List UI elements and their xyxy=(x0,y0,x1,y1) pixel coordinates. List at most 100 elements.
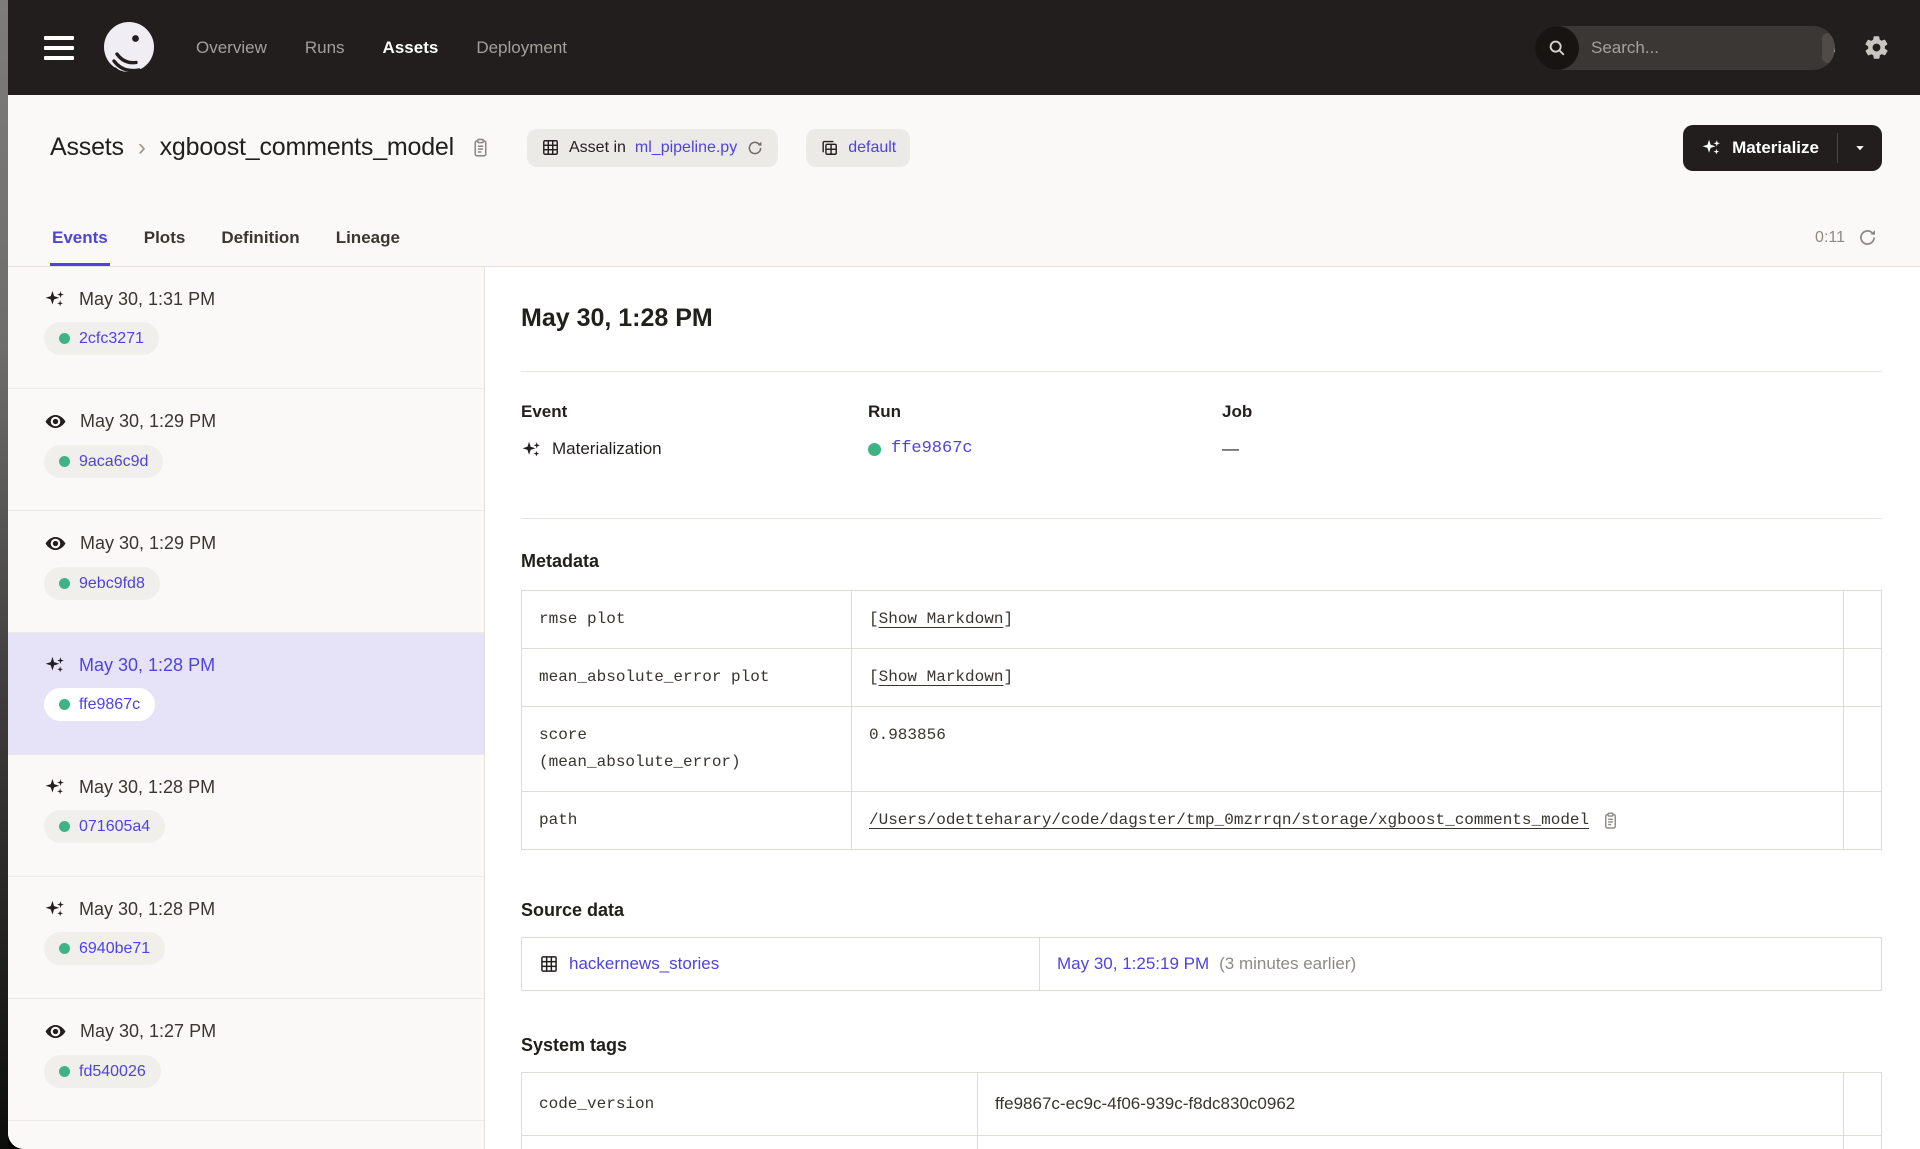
job-label: Job xyxy=(1222,402,1253,421)
observation-eye-icon xyxy=(44,532,67,555)
nav-item-assets[interactable]: Assets xyxy=(383,38,439,58)
asset-name: xgboost_comments_model xyxy=(159,133,455,161)
tag-key: code_version xyxy=(521,1072,978,1136)
run-id-badge[interactable]: 2cfc3271 xyxy=(44,322,159,355)
spacer-cell xyxy=(1843,590,1882,649)
search-input[interactable] xyxy=(1579,37,1822,58)
run-id-badge[interactable]: 071605a4 xyxy=(44,810,166,843)
spacer-cell xyxy=(1843,706,1882,792)
materialization-sparkle-icon xyxy=(522,441,540,456)
event-time: May 30, 1:28 PM xyxy=(79,654,216,675)
source-time-link[interactable]: May 30, 1:25:19 PM xyxy=(1057,954,1209,973)
tag-key xyxy=(521,1135,978,1149)
show-markdown-link[interactable]: Show Markdown xyxy=(879,668,1004,686)
dagster-logo-icon[interactable] xyxy=(102,21,156,78)
spacer-cell xyxy=(1843,1135,1882,1149)
run-id: 9aca6c9d xyxy=(79,452,149,470)
source-time-cell: May 30, 1:25:19 PM (3 minutes earlier) xyxy=(1039,937,1882,991)
divider xyxy=(521,371,1882,372)
run-status-dot xyxy=(59,1066,70,1077)
run-status-dot xyxy=(59,943,70,954)
primary-nav: Overview Runs Assets Deployment xyxy=(196,38,567,58)
event-type-value: Materialization xyxy=(552,439,662,458)
refresh-icon[interactable] xyxy=(1857,227,1878,248)
menu-icon[interactable] xyxy=(44,35,74,60)
nav-item-overview[interactable]: Overview xyxy=(196,38,267,58)
nav-item-runs[interactable]: Runs xyxy=(305,38,345,58)
metadata-table: rmse plot [Show Markdown] mean_absolute_er… xyxy=(521,590,1882,850)
reload-location-icon[interactable] xyxy=(746,139,764,157)
materialize-options-button[interactable] xyxy=(1838,125,1882,171)
breadcrumb: Assets › xgboost_comments_model xyxy=(50,133,491,162)
run-id-badge[interactable]: 9ebc9fd8 xyxy=(44,567,160,600)
materialize-label: Materialize xyxy=(1732,137,1819,157)
event-detail-panel: May 30, 1:28 PM Event Materialization Ru… xyxy=(485,267,1920,1149)
source-data-heading: Source data xyxy=(521,900,625,920)
search-icon xyxy=(1535,25,1579,70)
materialization-sparkle-icon xyxy=(44,898,66,920)
code-location-prefix: Asset in xyxy=(569,138,626,156)
group-link[interactable]: default xyxy=(848,139,896,157)
source-data-table: hackernews_stories May 30, 1:25:19 PM (3 m… xyxy=(521,937,1882,991)
metadata-text-value: 0.983856 xyxy=(869,726,946,744)
tab-plots[interactable]: Plots xyxy=(142,228,188,266)
job-value: — xyxy=(1222,439,1239,458)
show-markdown-link[interactable]: Show Markdown xyxy=(879,610,1004,628)
materialization-sparkle-icon xyxy=(44,654,66,676)
global-search[interactable]: / xyxy=(1535,25,1835,70)
event-list-item[interactable]: May 30, 1:28 PM 071605a4 xyxy=(8,755,484,877)
event-list-item[interactable]: May 30, 1:27 PM fd540026 xyxy=(8,999,484,1121)
run-status-dot xyxy=(59,333,70,344)
run-status-dot xyxy=(59,821,70,832)
path-link[interactable]: /Users/odetteharary/code/dagster/tmp_0mz… xyxy=(869,807,1589,834)
run-id: 071605a4 xyxy=(79,817,151,835)
run-status-dot xyxy=(59,456,70,467)
search-shortcut-badge: / xyxy=(1822,32,1835,63)
tab-definition[interactable]: Definition xyxy=(219,228,301,266)
event-time: May 30, 1:27 PM xyxy=(80,1021,217,1041)
run-id-badge[interactable]: ffe9867c xyxy=(44,688,156,721)
code-location-badge[interactable]: Asset in ml_pipeline.py xyxy=(527,128,779,167)
source-asset-link[interactable]: hackernews_stories xyxy=(569,951,719,977)
event-time: May 30, 1:28 PM xyxy=(79,776,216,797)
metadata-row: rmse plot [Show Markdown] xyxy=(521,590,1882,649)
tab-events[interactable]: Events xyxy=(50,228,110,266)
breadcrumb-assets-link[interactable]: Assets xyxy=(50,133,124,162)
event-time: May 30, 1:31 PM xyxy=(79,288,216,309)
run-id-link[interactable]: ffe9867c xyxy=(891,438,973,460)
run-id: 6940be71 xyxy=(79,939,151,957)
event-list-item[interactable]: May 30, 1:28 PM ffe9867c xyxy=(8,633,484,755)
event-list-item[interactable]: May 30, 1:28 PM 6940be71 xyxy=(8,877,484,999)
observation-eye-icon xyxy=(44,410,67,433)
code-location-link[interactable]: ml_pipeline.py xyxy=(635,139,737,157)
run-id: fd540026 xyxy=(79,1062,146,1080)
asset-grid-icon xyxy=(539,954,559,974)
run-label: Run xyxy=(868,402,902,421)
event-list-item[interactable]: May 30, 1:31 PM 2cfc3271 xyxy=(8,267,484,389)
system-tag-row-partial xyxy=(521,1135,1882,1149)
source-time-note: (3 minutes earlier) xyxy=(1219,954,1357,973)
grid-icon xyxy=(543,140,558,155)
copy-asset-name-icon[interactable] xyxy=(470,137,491,158)
group-badge[interactable]: default xyxy=(806,128,911,167)
metadata-value: /Users/odetteharary/code/dagster/tmp_0mz… xyxy=(851,791,1844,850)
run-id-badge[interactable]: 9aca6c9d xyxy=(44,445,164,478)
metadata-value: 0.983856 xyxy=(851,706,1844,792)
event-list-item[interactable]: May 30, 1:29 PM 9aca6c9d xyxy=(8,389,484,511)
tab-lineage[interactable]: Lineage xyxy=(334,228,402,266)
metadata-key: path xyxy=(521,791,852,850)
asset-group-icon xyxy=(822,140,838,155)
event-list-item[interactable]: May 30, 1:29 PM 9ebc9fd8 xyxy=(8,511,484,633)
run-id-badge[interactable]: fd540026 xyxy=(44,1055,161,1088)
run-id-badge[interactable]: 6940be71 xyxy=(44,932,166,965)
materialize-button[interactable]: Materialize xyxy=(1683,125,1837,171)
settings-gear-icon[interactable] xyxy=(1863,34,1890,61)
event-time: May 30, 1:29 PM xyxy=(80,411,217,431)
nav-item-deployment[interactable]: Deployment xyxy=(476,38,567,58)
event-time: May 30, 1:28 PM xyxy=(79,898,216,919)
copy-path-icon[interactable] xyxy=(1601,811,1620,830)
metadata-key: mean_absolute_error plot xyxy=(521,648,852,707)
metadata-row: score (mean_absolute_error) 0.983856 xyxy=(521,706,1882,792)
materialization-sparkle-icon xyxy=(44,776,66,798)
run-id: ffe9867c xyxy=(79,695,141,713)
